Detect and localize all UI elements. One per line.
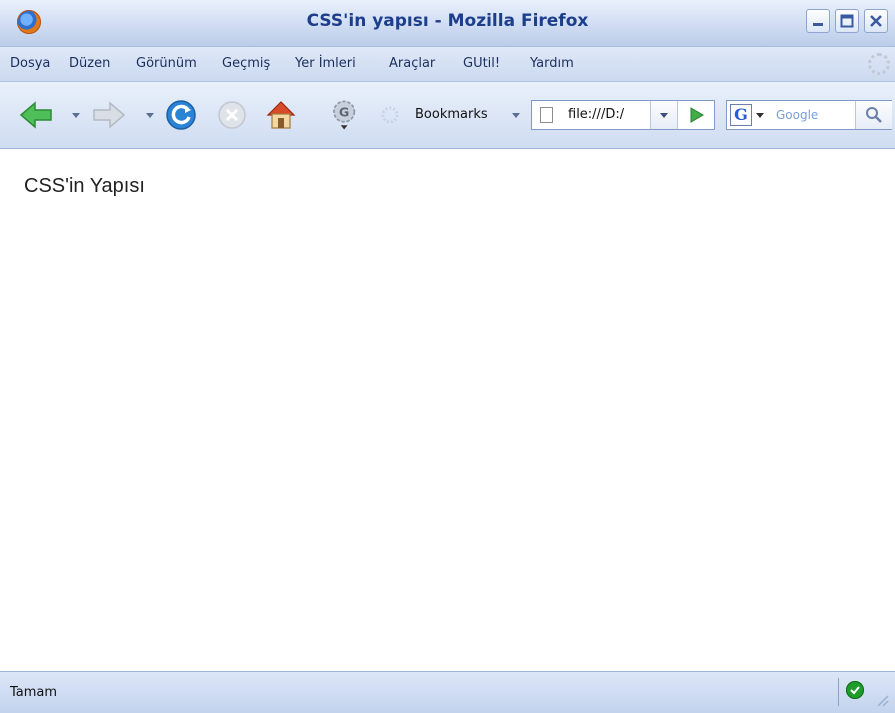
close-icon [870,15,882,27]
page-content: CSS'in Yapısı [0,149,895,671]
menu-edit[interactable]: Düzen [69,56,110,71]
search-input[interactable]: Google [776,108,818,122]
page-heading: CSS'in Yapısı [24,175,145,197]
menu-file[interactable]: Dosya [10,56,50,71]
menu-help[interactable]: Yardım [530,56,574,71]
back-arrow-icon[interactable] [18,98,54,132]
menu-bar: Dosya Düzen Görünüm Geçmiş Yer İmleri Ar… [0,47,895,82]
search-engine-selector[interactable]: G [730,104,752,126]
page-document-icon [540,107,553,123]
status-divider [838,678,839,706]
title-bar[interactable]: CSS'in yapısı - Mozilla Firefox [0,0,895,47]
svg-text:G: G [339,106,349,121]
window-title: CSS'in yapısı - Mozilla Firefox [306,11,589,31]
status-ok-icon[interactable] [846,681,864,699]
status-text: Tamam [10,685,58,700]
browser-window: CSS'in yapısı - Mozilla Firefox Dosya Dü… [0,0,895,713]
forward-history-dropdown-icon[interactable] [146,113,154,118]
forward-arrow-icon[interactable] [91,98,127,132]
close-button[interactable] [864,9,888,33]
search-bar[interactable]: G Google [726,100,892,130]
search-button[interactable] [855,101,892,129]
chevron-down-icon [660,113,668,118]
bookmarks-dropdown-icon[interactable] [512,113,520,118]
url-bar[interactable]: file:///D:/ [531,100,715,130]
search-icon [866,107,882,123]
menu-bookmarks[interactable]: Yer İmleri [295,56,356,71]
menu-history[interactable]: Geçmiş [222,56,270,71]
status-bar: Tamam [0,671,895,713]
reload-icon[interactable] [164,98,198,132]
menu-tools[interactable]: Araçlar [389,56,435,71]
go-button[interactable] [677,101,715,129]
menu-gutil[interactable]: GUtil! [463,56,500,71]
go-arrow-icon [690,107,704,123]
menu-view[interactable]: Görünüm [136,56,197,71]
search-engine-dropdown-icon[interactable] [755,112,765,120]
resize-grip-icon[interactable] [874,692,890,708]
maximize-button[interactable] [835,9,859,33]
url-history-dropdown-button[interactable] [650,101,677,129]
maximize-icon [840,14,854,28]
throbber-icon [868,53,890,75]
checkmark-icon [850,686,860,695]
google-toolbar-gear-icon[interactable]: G [327,98,363,132]
loading-icon [381,106,399,124]
back-history-dropdown-icon[interactable] [72,113,80,118]
minimize-icon [813,23,823,26]
bookmarks-toolbar-label[interactable]: Bookmarks [415,107,488,122]
url-input[interactable]: file:///D:/ [568,107,624,122]
navigation-toolbar: G Bookmarks file:///D:/ G Google [0,82,895,149]
stop-icon[interactable] [216,98,248,132]
home-icon[interactable] [264,98,298,132]
minimize-button[interactable] [806,9,830,33]
